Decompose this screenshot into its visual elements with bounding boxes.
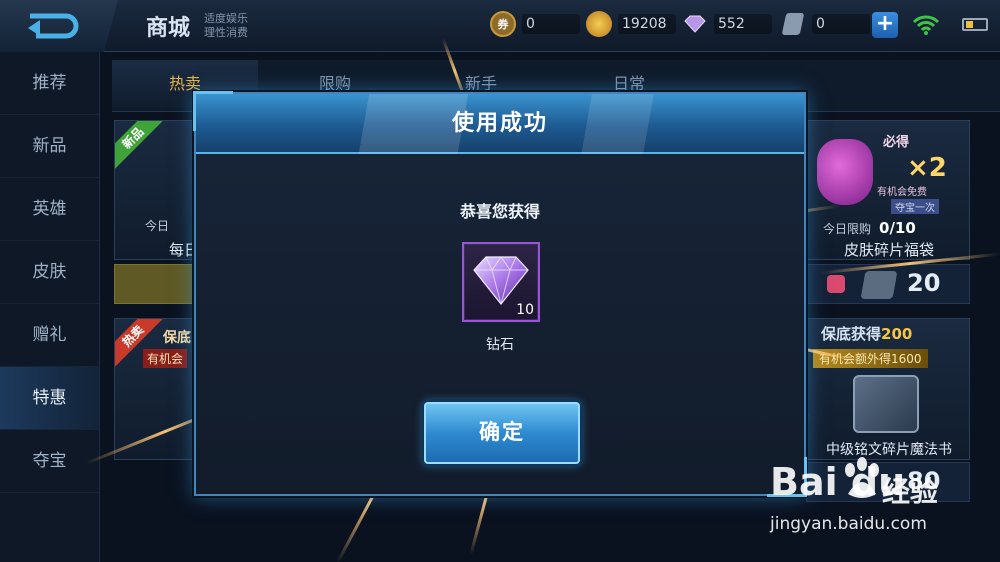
diamond-value: 552 — [714, 14, 772, 34]
product-card-skin-bag[interactable]: 必得 ×2 有机会免费 夺宝一次 今日限购 0/10 皮肤碎片福袋 — [806, 120, 970, 260]
sidebar-item-specials[interactable]: 特惠 — [0, 367, 99, 430]
watermark-jingyan-text: 经验 — [882, 475, 939, 508]
baidu-watermark: Bai du 经验 jingyan.baidu.com — [764, 456, 994, 556]
must-get-label: 必得 — [883, 135, 910, 150]
coupon-balance: 券 0 — [490, 11, 580, 37]
product-card-left-bottom[interactable]: 热卖 保底获 有机会 — [114, 318, 204, 460]
sidebar-item-treasure[interactable]: 夺宝 — [0, 430, 99, 493]
dialog-title: 使用成功 — [451, 111, 548, 136]
daily-limit-value: 0/10 — [879, 219, 916, 237]
multiplier-label: ×2 — [907, 153, 947, 183]
gold-coin-icon — [586, 11, 612, 37]
back-button[interactable] — [0, 0, 118, 52]
battery-icon — [962, 18, 988, 31]
sidebar-item-new[interactable]: 新品 — [0, 115, 99, 178]
price-value: 20 — [907, 269, 941, 297]
diamond-icon — [473, 256, 529, 305]
confirm-button[interactable]: 确定 — [424, 402, 580, 464]
guarantee-label: 保底获得200 — [821, 323, 912, 344]
gold-balance: 19208 — [586, 11, 676, 37]
coupon-value: 0 — [522, 14, 580, 34]
reward-item-count: 10 — [516, 302, 534, 318]
daily-limit-label: 今日限购 — [823, 222, 872, 236]
page-subtitle: 适度娱乐 理性消费 — [204, 12, 264, 40]
congrats-message: 恭喜您获得 — [459, 202, 540, 221]
sidebar-item-skins[interactable]: 皮肤 — [0, 241, 99, 304]
top-bar: 商城 适度娱乐 理性消费 券 0 19208 552 0 + — [0, 0, 1000, 52]
chance-label: 有机会免费 — [877, 187, 927, 198]
subtitle-line-1: 适度娱乐 — [204, 12, 248, 25]
voucher-icon — [860, 271, 898, 299]
sidebar: 推荐 新品 英雄 皮肤 赠礼 特惠 夺宝 — [0, 52, 100, 562]
watermark-url: jingyan.baidu.com — [770, 514, 927, 534]
daily-limit: 今日限购 0/10 — [823, 219, 916, 237]
wifi-icon — [912, 15, 940, 35]
price-row-left-top[interactable] — [114, 264, 204, 304]
extra-label: 有机会 — [143, 349, 188, 368]
treasure-once-label: 夺宝一次 — [891, 199, 939, 214]
reward-dialog: 使用成功 恭喜您获得 10 钻石 确定 — [193, 91, 807, 497]
reward-item-name: 钻石 — [486, 337, 514, 353]
product-card-rune-book[interactable]: 保底获得200 有机会额外得1600 中级铭文碎片魔法书 — [806, 318, 970, 460]
magic-book-icon — [853, 375, 919, 433]
subtitle-line-2: 理性消费 — [204, 26, 248, 39]
sidebar-item-heroes[interactable]: 英雄 — [0, 178, 99, 241]
gift-icon — [827, 275, 845, 293]
limit-label: 今日 — [145, 219, 170, 233]
recharge-button[interactable]: + — [872, 12, 898, 38]
diamond-icon — [682, 11, 708, 37]
reward-item-slot[interactable]: 10 — [462, 242, 540, 322]
back-arrow-icon — [28, 13, 79, 39]
extra-label: 有机会额外得1600 — [813, 349, 928, 368]
voucher-value: 0 — [812, 14, 870, 34]
page-title: 商城 — [146, 16, 191, 41]
lucky-bag-icon — [817, 139, 873, 205]
new-ribbon: 新品 — [115, 121, 168, 173]
voucher-balance: 0 — [780, 11, 870, 37]
product-title: 皮肤碎片福袋 — [843, 241, 934, 259]
sidebar-item-recommend[interactable]: 推荐 — [0, 52, 99, 115]
coupon-coin-icon: 券 — [490, 11, 516, 37]
baidu-paw-icon — [845, 457, 879, 498]
voucher-icon — [780, 11, 806, 37]
guarantee-prefix: 保底获得 — [821, 325, 882, 343]
diamond-balance: 552 — [682, 11, 772, 37]
guarantee-value: 200 — [881, 325, 913, 343]
gold-value: 19208 — [618, 14, 676, 34]
sidebar-item-gifts[interactable]: 赠礼 — [0, 304, 99, 367]
dialog-header: 使用成功 — [196, 94, 804, 154]
product-card-left-top[interactable]: 新品 今日 每日 — [114, 120, 204, 260]
